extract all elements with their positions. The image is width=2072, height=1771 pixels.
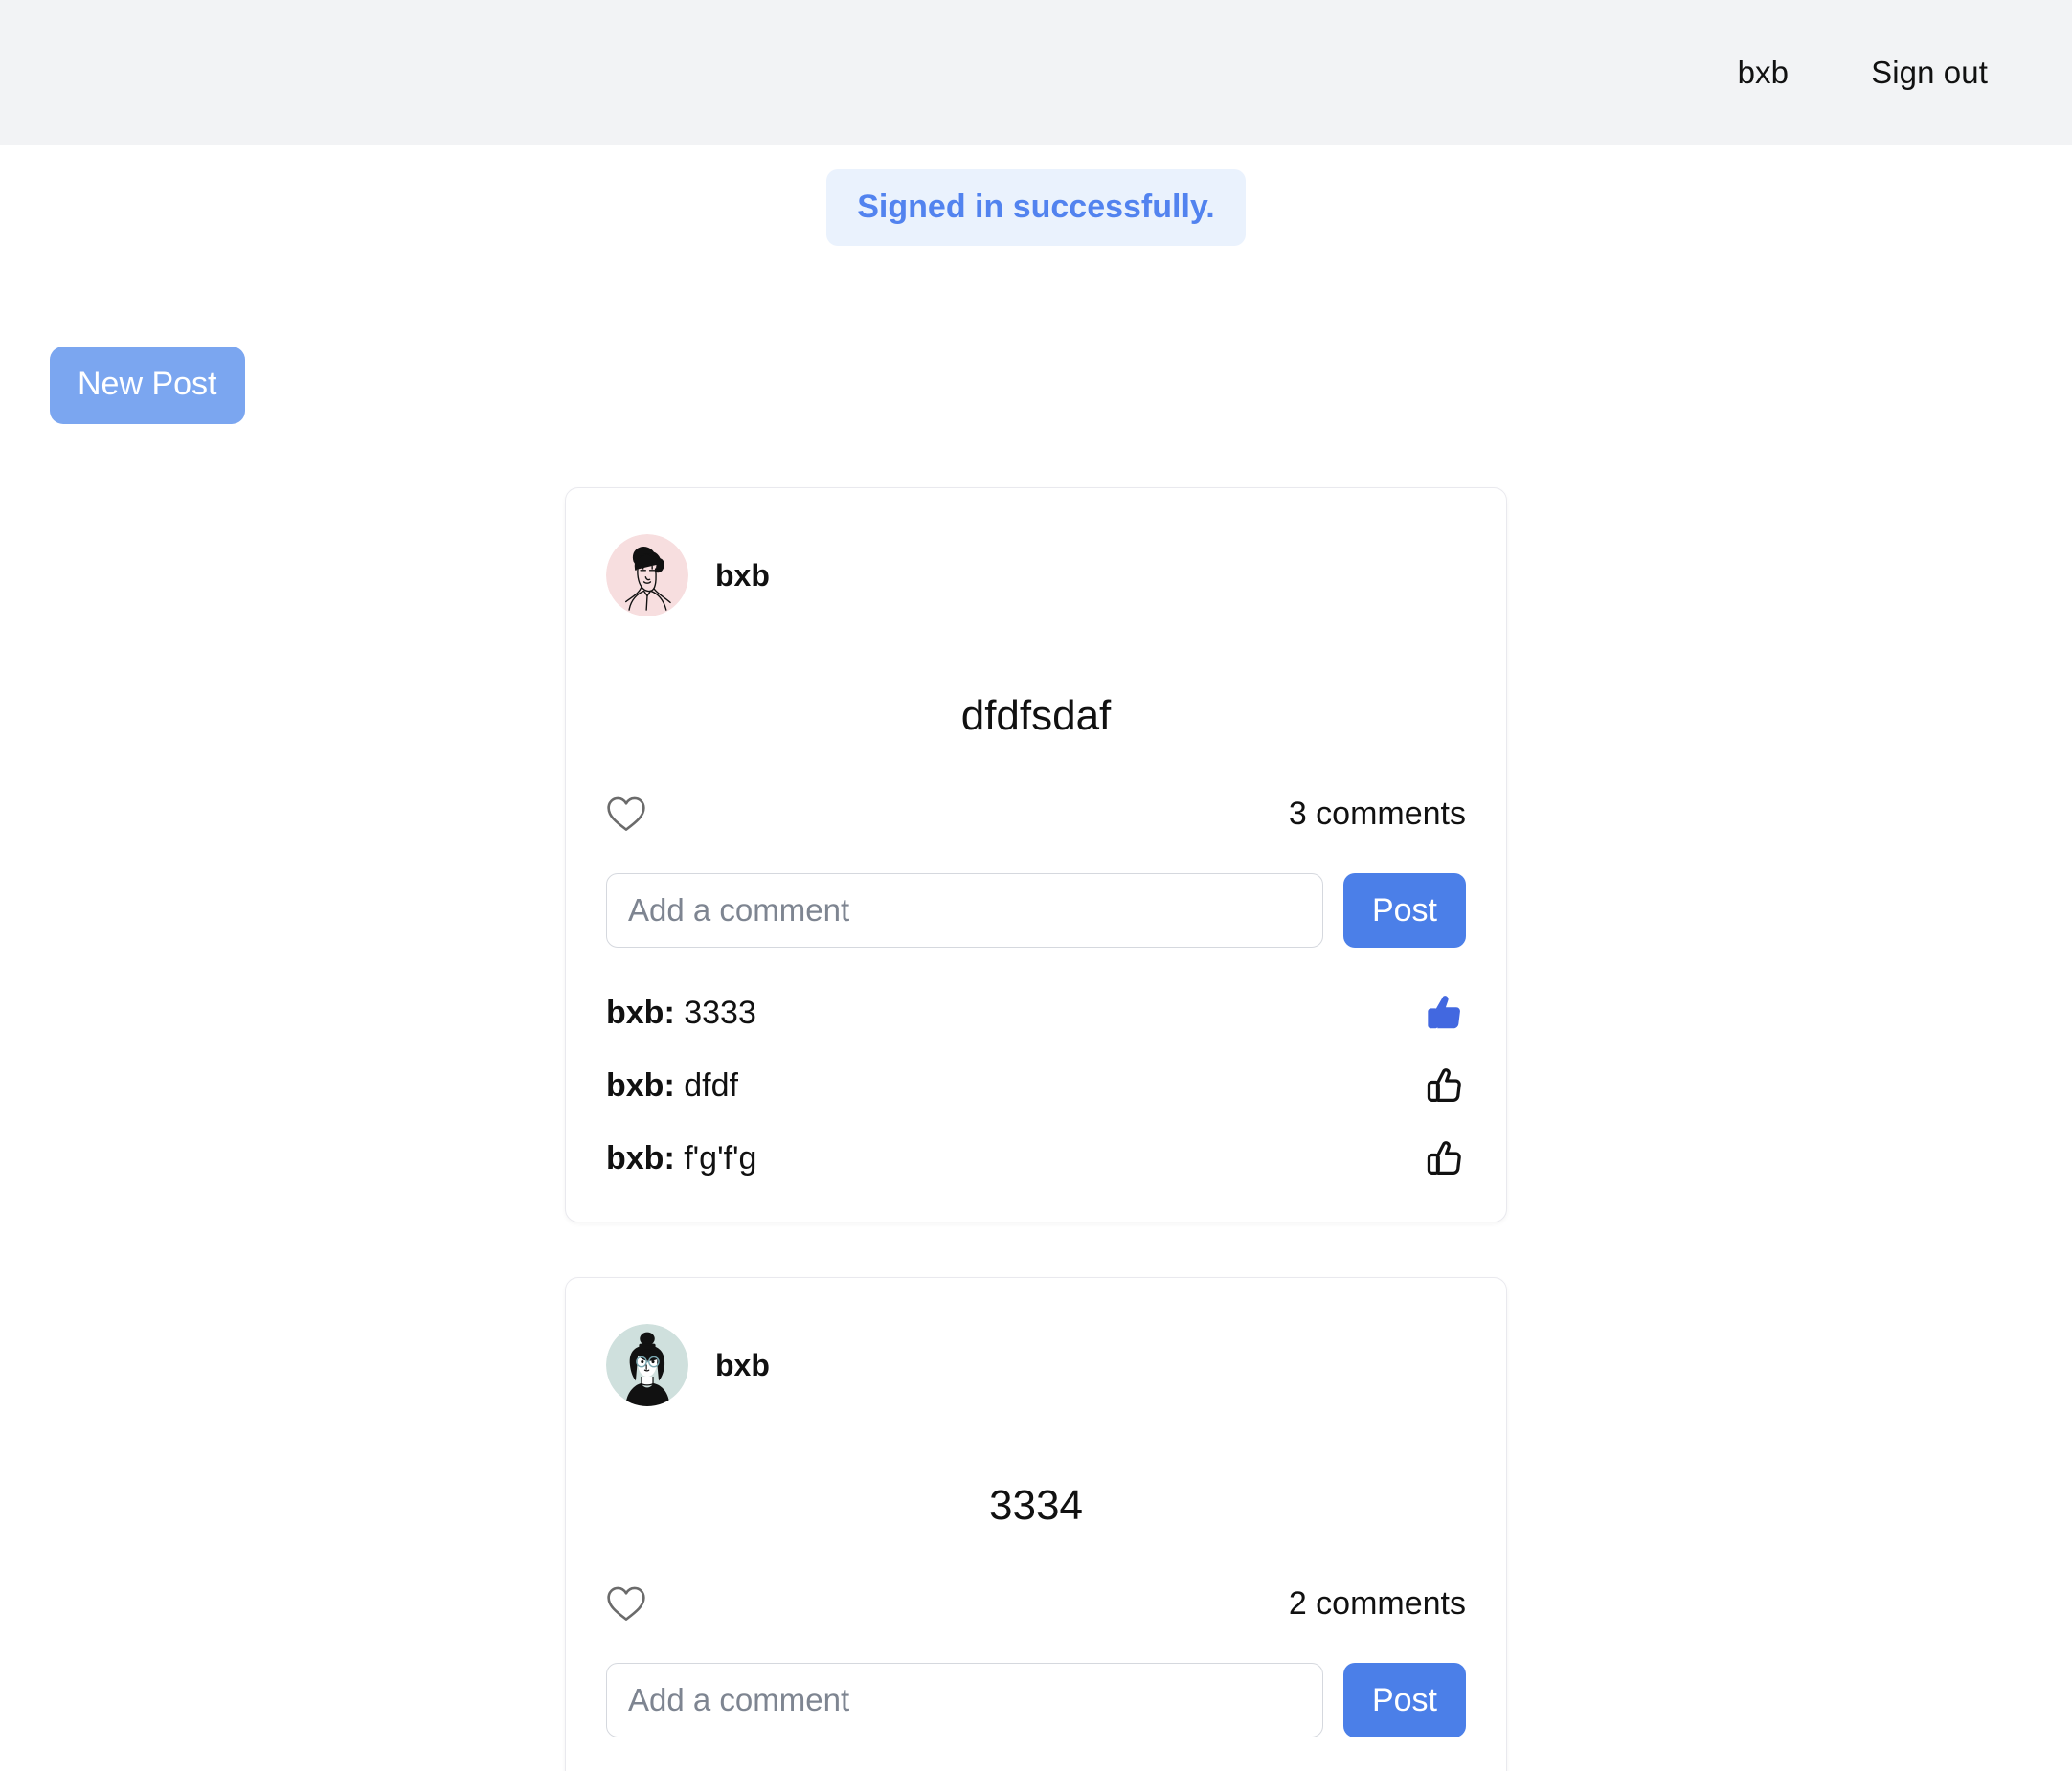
new-post-button[interactable]: New Post bbox=[50, 347, 245, 424]
post-header: bxb bbox=[606, 519, 1466, 632]
comment-count-label: 2 comments bbox=[1288, 1584, 1466, 1622]
comment-author: bxb: bbox=[606, 994, 675, 1031]
comment-body: 3333 bbox=[684, 994, 756, 1031]
flash-message-container: Signed in successfully. bbox=[0, 145, 2072, 246]
comments-list: bxb: 3333 bxb: dfdf bxb: f'g'f'g bbox=[606, 948, 1466, 1222]
post-card: bxb dfdfsdaf 3 comments Post bxb: 3333 bbox=[565, 487, 1507, 1222]
flash-message: Signed in successfully. bbox=[826, 169, 1246, 246]
post-author-name: bxb bbox=[715, 1347, 770, 1382]
comments-list bbox=[606, 1737, 1466, 1771]
comment-row: bxb: 3333 bbox=[606, 976, 1466, 1049]
comment-text: bxb: 3333 bbox=[606, 997, 756, 1029]
comment-body: dfdf bbox=[684, 1066, 738, 1104]
nav-links: bxb Sign out bbox=[1738, 56, 1988, 88]
comment-form: Post bbox=[606, 1626, 1466, 1737]
post-comment-button[interactable]: Post bbox=[1342, 1662, 1466, 1737]
comment-form: Post bbox=[606, 837, 1466, 948]
thumbs-up-outline-icon[interactable] bbox=[1422, 1136, 1466, 1180]
avatar-man-pink-icon bbox=[606, 534, 688, 616]
comment-row: bxb: f'g'f'g bbox=[606, 1122, 1466, 1195]
nav-signout-link[interactable]: Sign out bbox=[1871, 56, 1988, 88]
thumbs-up-filled-icon[interactable] bbox=[1422, 991, 1466, 1035]
comment-author: bxb: bbox=[606, 1139, 675, 1177]
new-post-container: New Post bbox=[0, 246, 2072, 424]
top-navbar: bxb Sign out bbox=[0, 0, 2072, 145]
nav-username-link[interactable]: bxb bbox=[1738, 56, 1790, 88]
post-header: bxb bbox=[606, 1309, 1466, 1422]
comment-author: bxb: bbox=[606, 1066, 675, 1104]
comment-input[interactable] bbox=[606, 1662, 1323, 1737]
thumbs-up-outline-icon[interactable] bbox=[1422, 1064, 1466, 1108]
avatar-woman-teal-icon bbox=[606, 1323, 688, 1406]
comment-text: bxb: f'g'f'g bbox=[606, 1142, 756, 1175]
post-content: 3334 bbox=[989, 1481, 1083, 1529]
post-feed: bxb dfdfsdaf 3 comments Post bxb: 3333 bbox=[565, 424, 1507, 1771]
post-comment-button[interactable]: Post bbox=[1342, 872, 1466, 948]
post-author-name: bxb bbox=[715, 558, 770, 593]
post-content: dfdfsdaf bbox=[960, 692, 1112, 739]
comment-count-label: 3 comments bbox=[1288, 795, 1466, 832]
post-card: bxb 3334 2 comments Post bbox=[565, 1276, 1507, 1771]
comment-text: bxb: dfdf bbox=[606, 1069, 738, 1102]
heart-icon[interactable] bbox=[606, 795, 646, 833]
comment-body: f'g'f'g bbox=[684, 1139, 757, 1177]
heart-icon[interactable] bbox=[606, 1584, 646, 1623]
post-actions-row: 2 comments bbox=[606, 1543, 1466, 1626]
post-actions-row: 3 comments bbox=[606, 753, 1466, 837]
comment-row: bxb: dfdf bbox=[606, 1049, 1466, 1122]
comment-input[interactable] bbox=[606, 872, 1323, 948]
